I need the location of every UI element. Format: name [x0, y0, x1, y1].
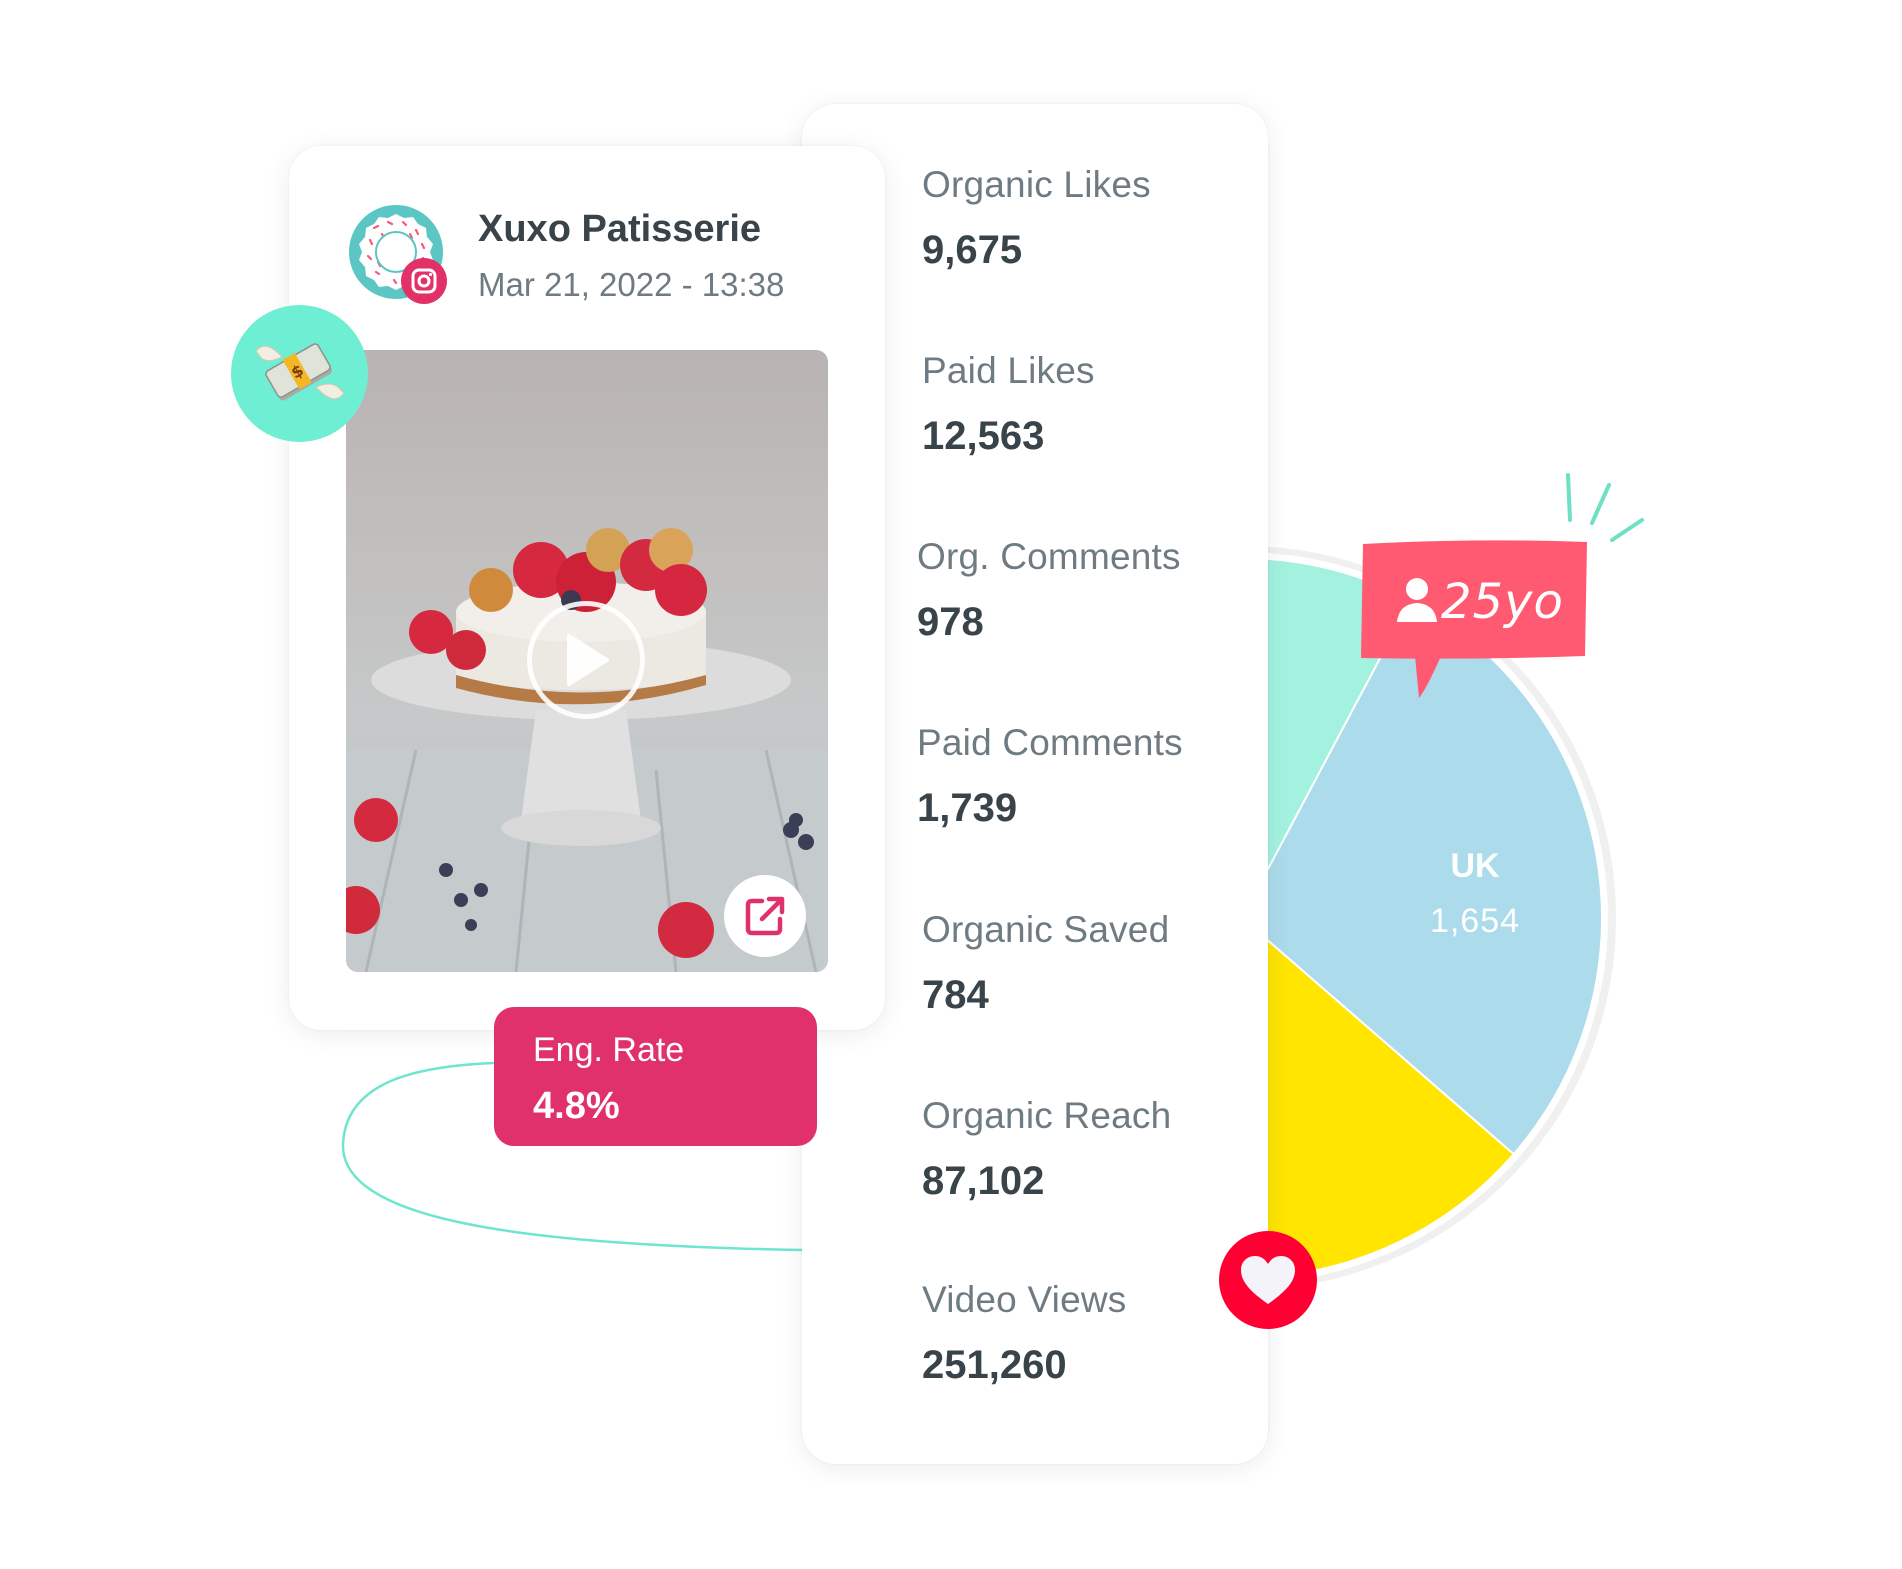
money-with-wings-icon: $: [254, 342, 345, 401]
user-icon: [1397, 578, 1437, 622]
metric-label: Paid Likes: [922, 350, 1095, 391]
post-media[interactable]: [346, 350, 828, 972]
instagram-badge: [401, 258, 447, 304]
post-date: Mar 21, 2022 - 13:38: [478, 266, 785, 303]
metric-label: Video Views: [922, 1279, 1127, 1320]
metric-paid-likes: Paid Likes 12,563: [922, 350, 1095, 459]
metric-value: 784: [922, 973, 989, 1017]
metric-label: Org. Comments: [917, 536, 1181, 577]
metric-org-comments: Org. Comments 978: [917, 536, 1181, 645]
account-name[interactable]: Xuxo Patisserie: [478, 208, 761, 251]
metric-value: 9,675: [922, 228, 1023, 272]
metric-value: 87,102: [922, 1159, 1045, 1203]
metric-organic-likes: Organic Likes 9,675: [922, 164, 1151, 273]
metric-label: Organic Saved: [922, 909, 1170, 950]
paid-promotion-badge: $: [231, 305, 368, 442]
metric-value: 251,260: [922, 1343, 1067, 1387]
metric-value: 12,563: [922, 414, 1045, 458]
metric-label: Organic Reach: [922, 1095, 1172, 1136]
metric-organic-reach: Organic Reach 87,102: [922, 1095, 1171, 1204]
external-link-icon: [745, 896, 785, 936]
metric-value: 1,739: [917, 786, 1018, 830]
heart-icon: [1241, 1256, 1295, 1304]
audience-age-badge: 25yo: [1355, 538, 1591, 716]
metric-video-views: Video Views 251,260: [922, 1279, 1126, 1388]
open-post-button[interactable]: [724, 875, 806, 957]
engagement-rate-value: 4.8%: [533, 1085, 620, 1127]
like-badge: [1219, 1231, 1317, 1329]
pie-slice-value-uk: 1,654: [1429, 902, 1521, 940]
pie-slice-label-uk: UK: [1450, 847, 1500, 885]
instagram-icon: [411, 268, 437, 294]
post-card[interactable]: Xuxo Patisserie Mar 21, 2022 - 13:38: [289, 146, 885, 1030]
play-button[interactable]: [527, 601, 645, 719]
engagement-rate-label: Eng. Rate: [533, 1031, 685, 1069]
audience-age-text: 25yo: [1441, 574, 1564, 630]
metric-label: Organic Likes: [922, 164, 1151, 205]
metric-organic-saved: Organic Saved 784: [922, 909, 1169, 1018]
play-icon: [567, 634, 609, 686]
metric-paid-comments: Paid Comments 1,739: [917, 722, 1183, 831]
engagement-rate-badge: Eng. Rate 4.8%: [494, 1007, 817, 1146]
metric-value: 978: [917, 600, 984, 644]
metric-label: Paid Comments: [917, 722, 1183, 763]
